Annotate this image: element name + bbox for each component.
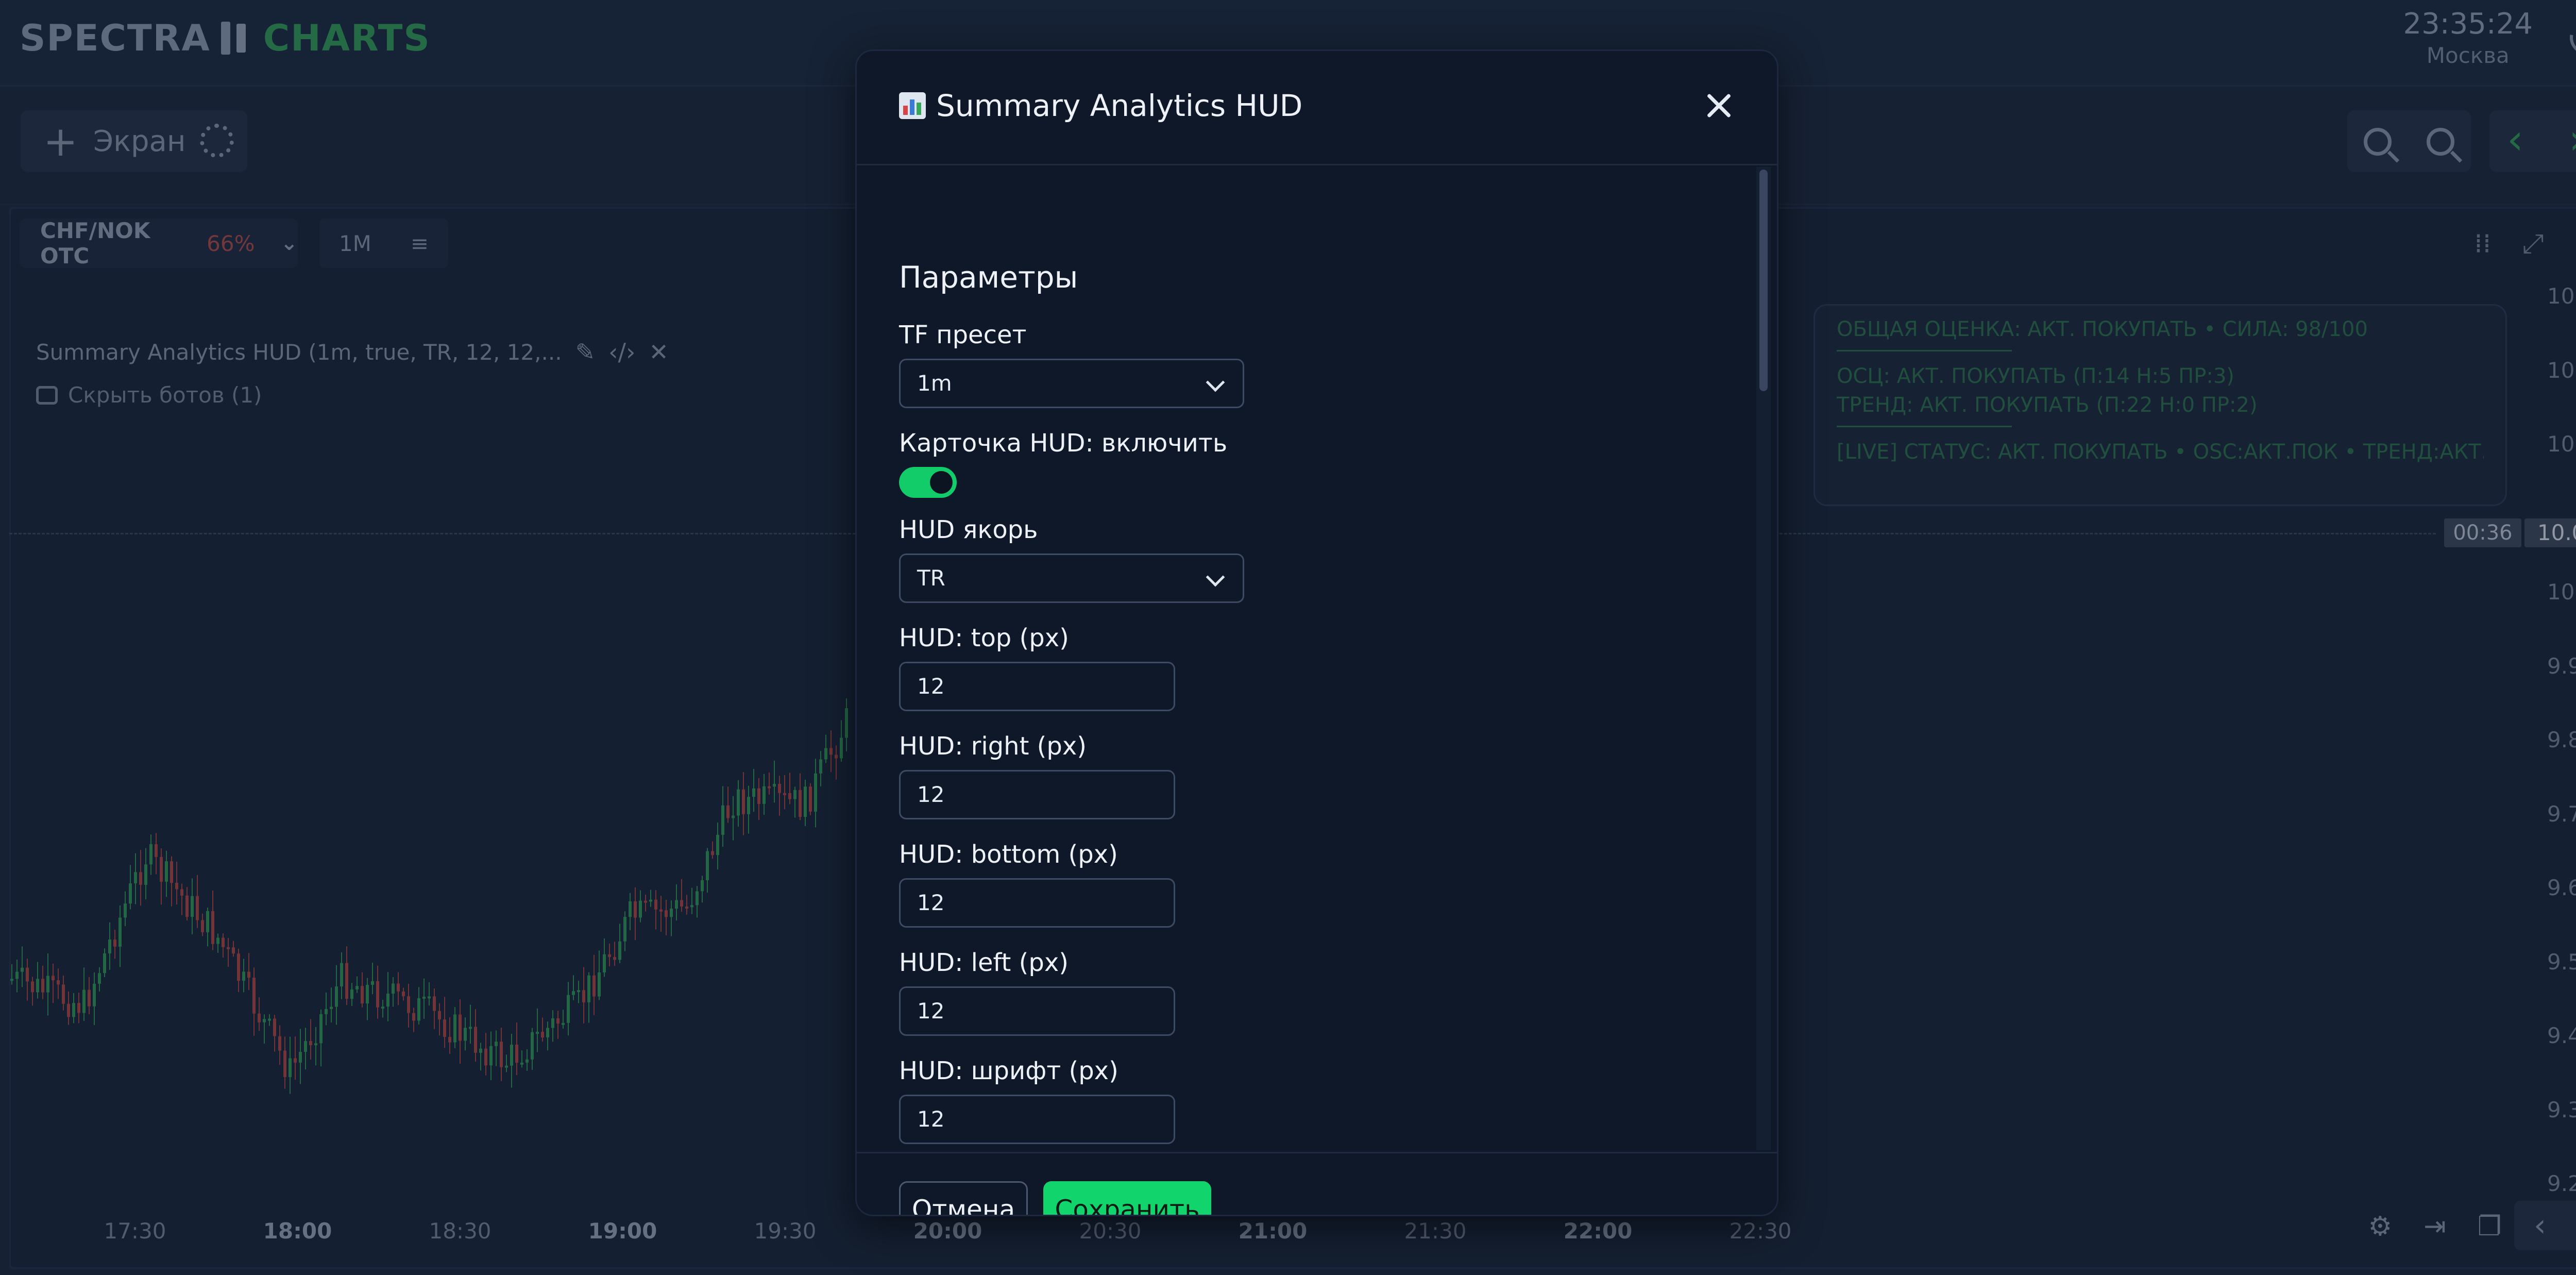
hud-font-label: HUD: шрифт (px) bbox=[899, 1056, 1118, 1085]
toggle-knob bbox=[930, 471, 953, 494]
hud-right-label: HUD: right (px) bbox=[899, 732, 1087, 761]
cancel-button[interactable]: Отмена bbox=[899, 1181, 1028, 1215]
hud-card-toggle[interactable] bbox=[899, 467, 957, 498]
modal-footer: Отмена Сохранить bbox=[857, 1152, 1777, 1215]
hud-left-label: HUD: left (px) bbox=[899, 948, 1069, 977]
hud-bottom-label: HUD: bottom (px) bbox=[899, 840, 1118, 869]
save-button[interactable]: Сохранить bbox=[1043, 1181, 1211, 1215]
close-icon[interactable] bbox=[1704, 90, 1735, 121]
hud-card-label: Карточка HUD: включить bbox=[899, 429, 1228, 458]
modal-title: Summary Analytics HUD bbox=[899, 88, 1302, 123]
hud-anchor-label: HUD якорь bbox=[899, 515, 1038, 544]
bar-chart-icon bbox=[899, 92, 926, 119]
hud-top-input[interactable]: 12 bbox=[899, 662, 1175, 711]
tf-preset-select[interactable]: 1m bbox=[899, 359, 1244, 408]
hud-bottom-input[interactable]: 12 bbox=[899, 878, 1175, 928]
hud-font-input[interactable]: 12 bbox=[899, 1095, 1175, 1144]
tf-preset-label: TF пресет bbox=[899, 321, 1027, 349]
hud-right-input[interactable]: 12 bbox=[899, 770, 1175, 819]
modal-header: Summary Analytics HUD bbox=[857, 51, 1777, 165]
hud-top-label: HUD: top (px) bbox=[899, 624, 1069, 652]
modal-body: Параметры TF пресет 1m Карточка HUD: вкл… bbox=[857, 167, 1777, 1150]
chevron-down-icon bbox=[1206, 567, 1225, 587]
indicator-settings-modal: Summary Analytics HUD Параметры TF пресе… bbox=[855, 49, 1778, 1216]
hud-anchor-select[interactable]: TR bbox=[899, 553, 1244, 603]
hud-left-input[interactable]: 12 bbox=[899, 986, 1175, 1036]
parameters-heading: Параметры bbox=[899, 260, 1078, 295]
tf-preset-value: 1m bbox=[917, 371, 952, 396]
chevron-down-icon bbox=[1206, 373, 1225, 392]
modal-title-text: Summary Analytics HUD bbox=[936, 88, 1303, 123]
modal-scrollbar-thumb[interactable] bbox=[1759, 170, 1768, 391]
hud-anchor-value: TR bbox=[917, 565, 945, 591]
